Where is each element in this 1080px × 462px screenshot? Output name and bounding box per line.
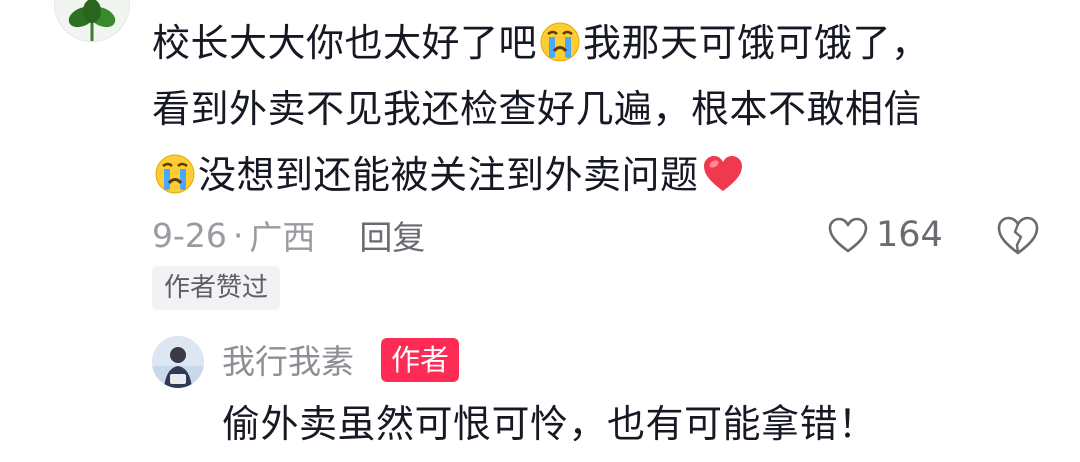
reply-body: 偷外卖虽然可恨可怜，也有可能拿错！ bbox=[222, 402, 877, 446]
author-liked-badge: 作者赞过 bbox=[152, 266, 281, 310]
comment-meta: 9-26 · 广西 回复 bbox=[152, 210, 425, 260]
comment-line-1: 校长大大你也太好了吧 我那天可饿可饿了， bbox=[152, 10, 1052, 76]
comment-thread: 校长大大你也太好了吧 我那天可饿可饿了， 看到外卖不见我还检查好几遍，根本不敢相信… bbox=[0, 0, 1080, 462]
meta-separator: · bbox=[232, 215, 244, 255]
comment-line-3: 没想到还能被关注到外卖问题 bbox=[152, 142, 1052, 208]
comment-line-1-start: 校长大大你也太好了吧 bbox=[152, 21, 538, 65]
comment-location: 广西 bbox=[249, 218, 316, 257]
crying-face-emoji-icon bbox=[539, 21, 581, 63]
heart-outline-icon bbox=[828, 217, 868, 253]
comment-date: 9-26 bbox=[152, 215, 227, 255]
comment-line-1-end: 我那天可饿可饿了， bbox=[583, 21, 930, 65]
broken-heart-icon bbox=[997, 216, 1039, 255]
like-button[interactable]: 164 bbox=[826, 210, 943, 260]
reply-button[interactable]: 回复 bbox=[359, 211, 425, 259]
red-heart-emoji-icon bbox=[701, 153, 743, 195]
comment-line-2: 看到外卖不见我还检查好几遍，根本不敢相信 bbox=[152, 87, 923, 131]
author-tag: 作者 bbox=[381, 338, 460, 382]
commenter-avatar[interactable] bbox=[54, 0, 130, 42]
crying-face-emoji-icon bbox=[154, 153, 196, 195]
reply-author-avatar[interactable] bbox=[152, 336, 204, 388]
comment-line-3-text: 没想到还能被关注到外卖问题 bbox=[198, 153, 699, 197]
comment-body: 校长大大你也太好了吧 我那天可饿可饿了， 看到外卖不见我还检查好几遍，根本不敢相信… bbox=[152, 10, 1052, 208]
dislike-button[interactable] bbox=[994, 212, 1042, 258]
like-count: 164 bbox=[876, 215, 943, 255]
plant-avatar-icon bbox=[55, 0, 129, 41]
person-avatar-icon bbox=[152, 336, 204, 388]
reply-username[interactable]: 我行我素 bbox=[222, 334, 354, 390]
